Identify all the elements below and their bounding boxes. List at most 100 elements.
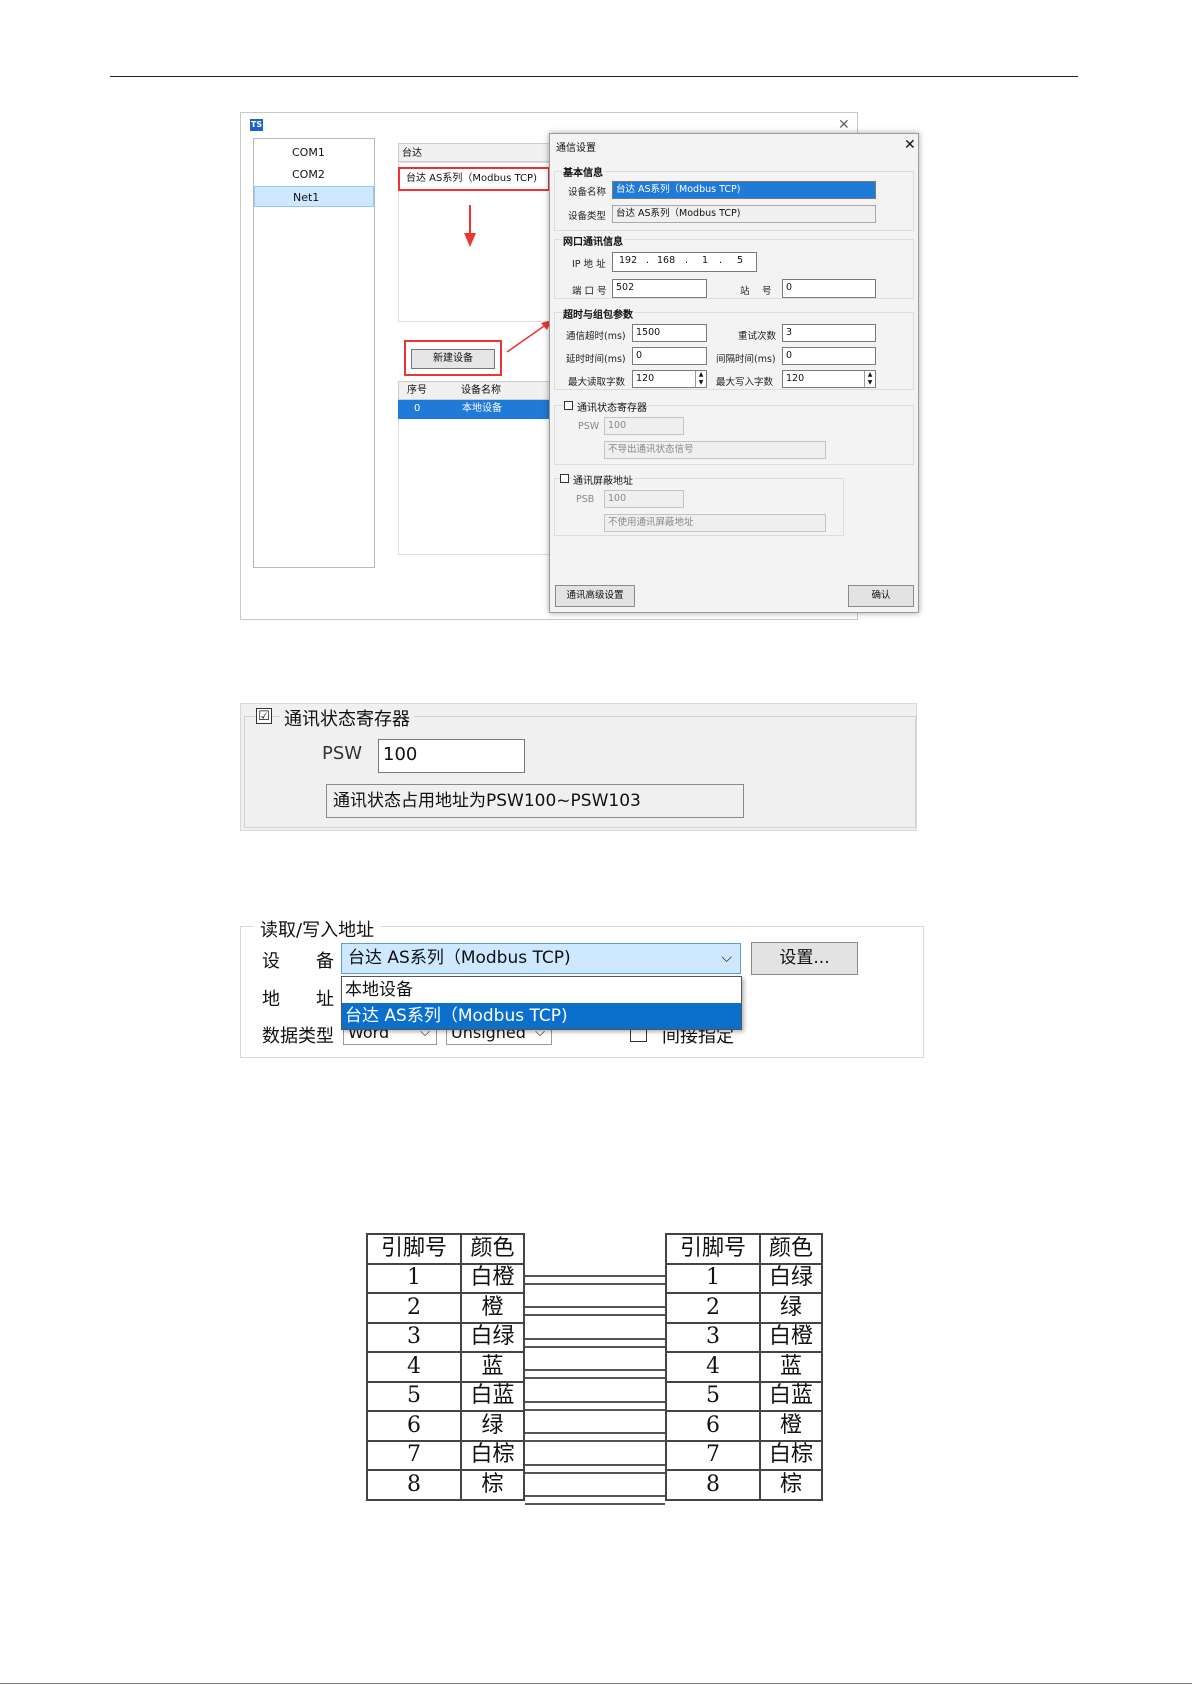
spin-arrows-icon[interactable]: ▲ ▼ — [864, 371, 875, 387]
pin-number: 4 — [665, 1351, 761, 1383]
table-row: 4蓝 — [366, 1351, 525, 1383]
pin-number: 7 — [366, 1439, 462, 1471]
wire-line — [525, 1282, 665, 1285]
wire-color: 绿 — [759, 1292, 823, 1324]
new-device-button[interactable]: 新建设备 — [411, 349, 495, 369]
table-row: 4蓝 — [665, 1351, 823, 1383]
close-icon[interactable]: ✕ — [838, 117, 850, 133]
wire-line — [525, 1463, 665, 1466]
read-write-group-label: 读取/写入地址 — [254, 916, 381, 942]
ip-label: IP 地 址 — [572, 259, 606, 270]
comm-timeout-input[interactable]: 1500 — [632, 324, 707, 342]
device-list-item[interactable]: 台达 AS系列（Modbus TCP) — [398, 167, 550, 191]
pin-number: 2 — [665, 1292, 761, 1324]
mask-address-checkbox[interactable] — [560, 474, 569, 483]
pin-number: 5 — [665, 1380, 761, 1412]
pin-header: 引脚号 — [665, 1233, 761, 1265]
wire-color: 白橙 — [460, 1262, 525, 1294]
wire-color: 棕 — [759, 1469, 823, 1501]
table-row: 3 白绿 — [366, 1321, 525, 1353]
port-input[interactable]: 502 — [612, 279, 707, 298]
wire-color: 白橙 — [759, 1321, 823, 1353]
advanced-settings-button[interactable]: 通讯高级设置 — [555, 585, 635, 607]
max-read-stepper[interactable]: 120 ▲ ▼ — [632, 370, 707, 388]
pin-header: 引脚号 — [366, 1233, 462, 1265]
station-input[interactable]: 0 — [782, 279, 876, 298]
max-read-value: 120 — [636, 373, 655, 384]
psw-input-large[interactable]: 100 — [378, 739, 525, 773]
pin-number: 1 — [665, 1262, 761, 1294]
device-select[interactable]: 台达 AS系列（Modbus TCP) ⌵ — [341, 943, 741, 974]
wire-color: 白棕 — [460, 1439, 525, 1471]
dropdown-option-delta[interactable]: 台达 AS系列（Modbus TCP) — [342, 1003, 741, 1029]
device-select-value: 台达 AS系列（Modbus TCP) — [348, 948, 571, 968]
wire-line — [525, 1440, 665, 1442]
device-table-header: 序号 设备名称 — [398, 381, 550, 400]
table-row: 8棕 — [366, 1469, 525, 1501]
table-row: 8棕 — [665, 1469, 823, 1501]
table-row: 1 白橙 — [366, 1262, 525, 1294]
ip-octet-1: 192 — [619, 255, 638, 266]
wire-color: 白蓝 — [460, 1380, 525, 1412]
wire-color: 绿 — [460, 1410, 525, 1442]
port-item-net1[interactable]: Net1 — [254, 186, 374, 207]
pin-number: 5 — [366, 1380, 462, 1412]
data-type-label: 数据类型 — [262, 1026, 334, 1047]
device-type-field: 台达 AS系列（Modbus TCP) — [612, 205, 876, 223]
station-label: 站 号 — [740, 286, 772, 297]
dialog-close-icon[interactable]: ✕ — [904, 137, 916, 153]
pointer-arrow-icon — [506, 320, 552, 353]
wire-color: 白绿 — [460, 1321, 525, 1353]
wire-line — [525, 1274, 665, 1277]
wire-line — [525, 1306, 665, 1308]
pin-number: 8 — [665, 1469, 761, 1501]
table-row: 6绿 — [366, 1410, 525, 1442]
pin-number: 7 — [665, 1439, 761, 1471]
port-item-com1[interactable]: COM1 — [254, 142, 374, 163]
footer-rule — [0, 1683, 1192, 1684]
mask-address-label: 通讯屏蔽地址 — [572, 472, 634, 487]
wire-line — [525, 1345, 665, 1348]
psb-input[interactable]: 100 — [604, 490, 684, 508]
pinout-table-left: 引脚号 颜色 1 白橙 2 橙 3 白绿 4 蓝 5 白蓝 6 绿 7 白棕 8 棕 — [366, 1233, 525, 1501]
pin-number: 2 — [366, 1292, 462, 1324]
wire-line — [525, 1337, 665, 1340]
psw-input[interactable]: 100 — [604, 417, 684, 435]
wire-color: 橙 — [759, 1410, 823, 1442]
status-register-checkbox[interactable] — [564, 401, 573, 410]
wire-line — [525, 1400, 665, 1403]
table-row: 5 白蓝 — [665, 1380, 823, 1412]
max-write-label: 最大写入字数 — [716, 377, 774, 388]
table-row: 3 白橙 — [665, 1321, 823, 1353]
down-arrow-icon — [464, 205, 476, 247]
psw-label-large: PSW — [322, 743, 363, 764]
wire-color: 棕 — [460, 1469, 525, 1501]
spin-arrows-icon[interactable]: ▲ ▼ — [695, 371, 706, 387]
ok-button[interactable]: 确认 — [848, 585, 914, 607]
ip-input[interactable]: 192 . 168 . 1 . 5 — [612, 252, 757, 272]
psb-label: PSB — [576, 494, 595, 505]
app-logo-icon: TS — [250, 119, 263, 131]
table-row: 2绿 — [665, 1292, 823, 1324]
pin-number: 4 — [366, 1351, 462, 1383]
max-write-stepper[interactable]: 120 ▲ ▼ — [782, 370, 876, 388]
max-write-value: 120 — [786, 373, 805, 384]
dropdown-option-local[interactable]: 本地设备 — [342, 977, 741, 1003]
wire-line — [525, 1408, 665, 1411]
device-list-header: 台达 — [398, 143, 550, 162]
status-register-checked-icon[interactable]: ☑ — [256, 708, 272, 724]
delay-input[interactable]: 0 — [632, 347, 707, 365]
table-row[interactable]: 0 本地设备 — [398, 400, 550, 419]
table-row: 1 白绿 — [665, 1262, 823, 1294]
interval-input[interactable]: 0 — [782, 347, 876, 365]
table-row: 2橙 — [366, 1292, 525, 1324]
status-address-note: 通讯状态占用地址为PSW100~PSW103 — [326, 784, 744, 818]
settings-button[interactable]: 设置... — [751, 942, 858, 975]
header-rule — [110, 76, 1078, 77]
port-item-com2[interactable]: COM2 — [254, 164, 374, 185]
row-index: 0 — [414, 403, 421, 414]
device-dropdown: 本地设备 台达 AS系列（Modbus TCP) — [341, 976, 742, 1030]
pin-number: 3 — [366, 1321, 462, 1353]
device-name-input[interactable]: 台达 AS系列（Modbus TCP) — [612, 181, 876, 199]
retry-input[interactable]: 3 — [782, 324, 876, 342]
